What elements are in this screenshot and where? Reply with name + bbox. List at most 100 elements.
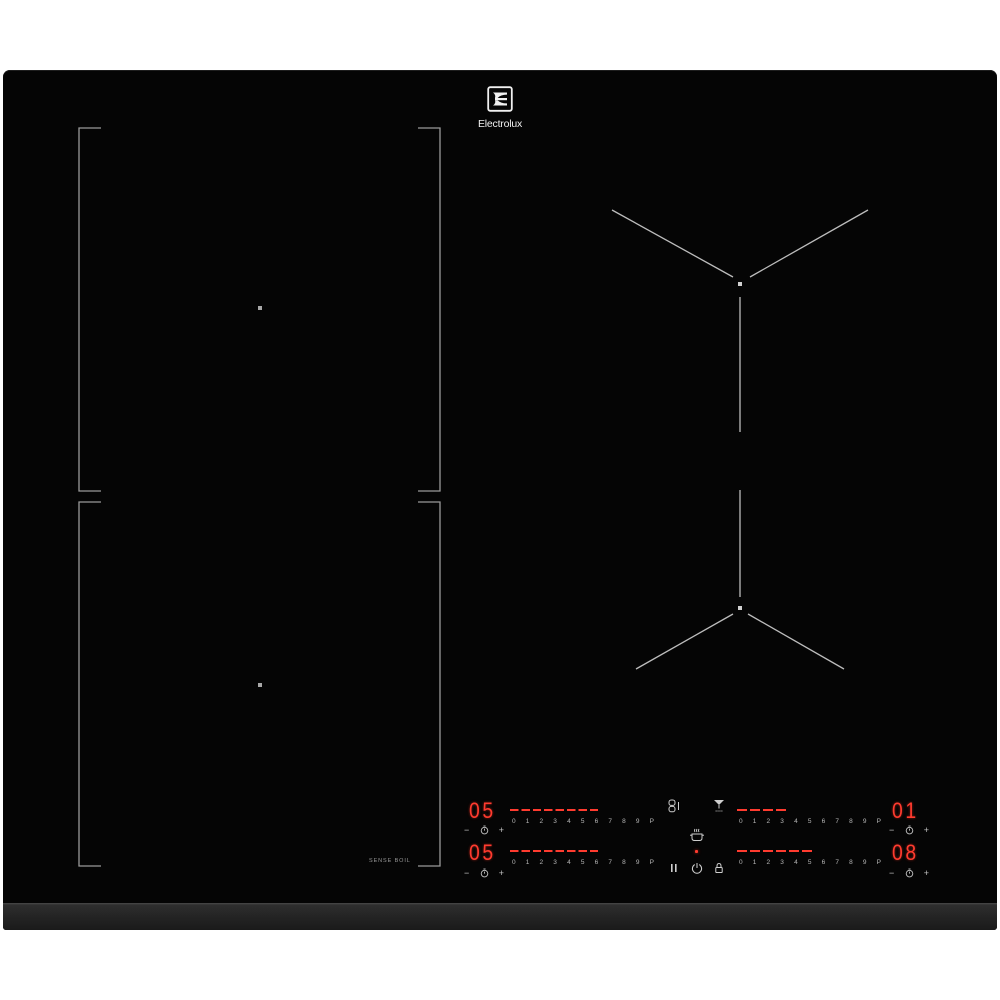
- scale-label[interactable]: 3: [553, 859, 557, 867]
- pause-icon: [671, 864, 677, 872]
- slider-scale: 0 1 2 3 4 5 6 7 8 9 P: [739, 859, 881, 867]
- scale-label[interactable]: 4: [567, 818, 571, 826]
- slider-level-indicator: [737, 850, 815, 852]
- scale-label[interactable]: 8: [849, 818, 853, 826]
- scale-label[interactable]: 8: [622, 818, 626, 826]
- indicator-light: [695, 850, 698, 853]
- zone-bracket-bottom-left: [78, 501, 101, 867]
- scale-label[interactable]: 5: [581, 818, 585, 826]
- power-slider[interactable]: 0 1 2 3 4 5 6 7 8 9 P: [510, 805, 656, 829]
- power-level-display: 08: [892, 840, 919, 865]
- power-level-display: 01: [892, 798, 919, 823]
- scale-label[interactable]: 7: [608, 818, 612, 826]
- scale-label[interactable]: 1: [526, 818, 530, 826]
- zone-center-mark: [738, 606, 742, 610]
- bridge-icon: [668, 799, 679, 813]
- front-right-zone-line: [635, 613, 734, 670]
- brand-logo: Electrolux: [470, 84, 530, 134]
- scale-label[interactable]: 6: [822, 859, 826, 867]
- scale-label[interactable]: 2: [767, 818, 771, 826]
- scale-label[interactable]: 2: [540, 859, 544, 867]
- hob2hood-button[interactable]: [712, 798, 726, 813]
- scale-label[interactable]: 9: [863, 818, 867, 826]
- scale-label[interactable]: 0: [739, 859, 743, 867]
- front-right-zone-line: [747, 613, 845, 670]
- slider-scale: 0 1 2 3 4 5 6 7 8 9 P: [739, 818, 881, 826]
- lock-icon: [715, 862, 723, 873]
- rear-right-zone-line: [749, 209, 869, 278]
- scale-label[interactable]: 5: [581, 859, 585, 867]
- power-slider[interactable]: 0 1 2 3 4 5 6 7 8 9 P: [737, 805, 883, 829]
- timer-minus-button[interactable]: −: [889, 868, 894, 878]
- slider-scale: 0 1 2 3 4 5 6 7 8 9 P: [512, 818, 654, 826]
- scale-label[interactable]: 4: [794, 859, 798, 867]
- product-image: Electrolux SENSE BOIL 05 0123456789P − +…: [0, 0, 1000, 1000]
- timer-minus-button[interactable]: −: [464, 868, 469, 878]
- scale-label[interactable]: 5: [808, 859, 812, 867]
- timer-controls: − +: [889, 868, 929, 878]
- scale-label[interactable]: 6: [595, 859, 599, 867]
- power-level-display: 05: [469, 840, 496, 865]
- scale-label[interactable]: P: [877, 859, 881, 867]
- scale-label[interactable]: 2: [540, 818, 544, 826]
- scale-label[interactable]: 4: [794, 818, 798, 826]
- scale-label[interactable]: 0: [512, 859, 516, 867]
- timer-icon: [480, 868, 488, 878]
- scale-label[interactable]: 0: [512, 818, 516, 826]
- scale-label[interactable]: 3: [780, 818, 784, 826]
- timer-icon: [905, 868, 913, 878]
- hob2hood-icon: [714, 800, 724, 812]
- scale-label[interactable]: 8: [622, 859, 626, 867]
- scale-label[interactable]: 9: [863, 859, 867, 867]
- scale-label[interactable]: 9: [636, 859, 640, 867]
- timer-plus-button[interactable]: +: [499, 825, 504, 835]
- timer-plus-button[interactable]: +: [924, 868, 929, 878]
- slider-level-indicator: [510, 850, 602, 852]
- scale-label[interactable]: 6: [822, 818, 826, 826]
- scale-label[interactable]: 9: [636, 818, 640, 826]
- timer-plus-button[interactable]: +: [499, 868, 504, 878]
- scale-label[interactable]: 3: [780, 859, 784, 867]
- timer-minus-button[interactable]: −: [889, 825, 894, 835]
- scale-label[interactable]: 5: [808, 818, 812, 826]
- scale-label[interactable]: P: [650, 859, 654, 867]
- power-slider[interactable]: 0 1 2 3 4 5 6 7 8 9 P: [510, 846, 656, 870]
- rear-right-zone-line: [611, 209, 734, 278]
- scale-label[interactable]: 0: [739, 818, 743, 826]
- zone-center-mark: [738, 282, 742, 286]
- scale-label[interactable]: P: [650, 818, 654, 826]
- slider-level-indicator: [510, 809, 602, 811]
- bridge-button[interactable]: [668, 799, 681, 813]
- scale-label[interactable]: 1: [526, 859, 530, 867]
- pause-button[interactable]: [670, 863, 678, 873]
- zone-bracket-top-right: [418, 127, 441, 492]
- power-slider[interactable]: 0 1 2 3 4 5 6 7 8 9 P: [737, 846, 883, 870]
- timer-plus-button[interactable]: +: [924, 825, 929, 835]
- scale-label[interactable]: 7: [608, 859, 612, 867]
- timer-icon: [905, 825, 913, 835]
- sense-boil-label: SENSE BOIL: [369, 858, 411, 864]
- scale-label[interactable]: 6: [595, 818, 599, 826]
- sense-boil-button[interactable]: [689, 827, 705, 842]
- scale-label[interactable]: P: [877, 818, 881, 826]
- timer-controls: − +: [464, 868, 504, 878]
- scale-label[interactable]: 4: [567, 859, 571, 867]
- scale-label[interactable]: 1: [753, 818, 757, 826]
- zone-bracket-top-left: [78, 127, 101, 492]
- power-icon: [691, 863, 703, 874]
- scale-label[interactable]: 7: [835, 859, 839, 867]
- scale-label[interactable]: 1: [753, 859, 757, 867]
- scale-label[interactable]: 7: [835, 818, 839, 826]
- scale-label[interactable]: 2: [767, 859, 771, 867]
- scale-label[interactable]: 3: [553, 818, 557, 826]
- electrolux-logo-icon: [487, 86, 513, 112]
- power-button[interactable]: [691, 862, 703, 874]
- timer-controls: − +: [889, 825, 929, 835]
- timer-icon: [480, 825, 488, 835]
- zone-center-mark: [258, 306, 262, 310]
- slider-scale: 0 1 2 3 4 5 6 7 8 9 P: [512, 859, 654, 867]
- lock-button[interactable]: [714, 862, 724, 874]
- scale-label[interactable]: 8: [849, 859, 853, 867]
- timer-controls: − +: [464, 825, 504, 835]
- timer-minus-button[interactable]: −: [464, 825, 469, 835]
